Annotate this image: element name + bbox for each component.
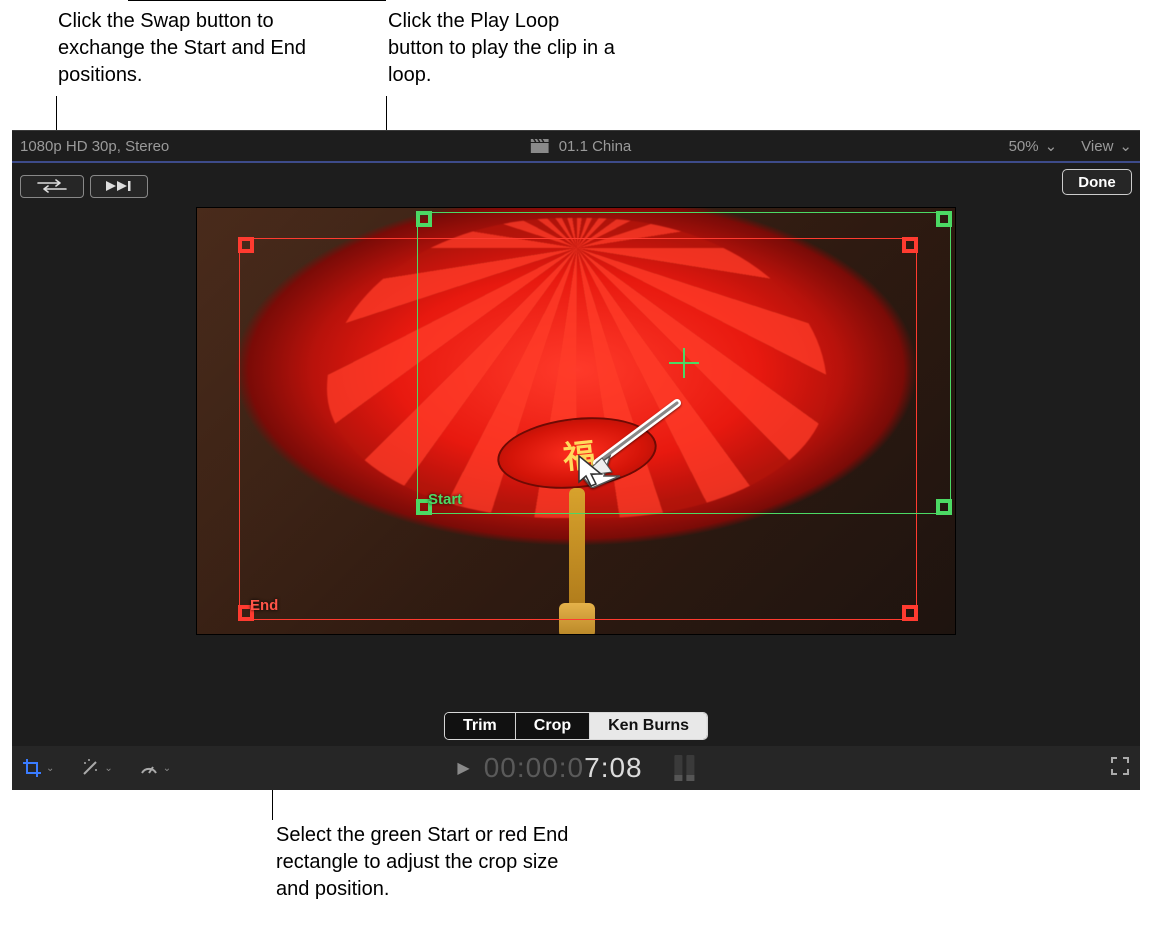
end-rect-handle[interactable] bbox=[902, 605, 918, 621]
view-dropdown[interactable]: View ⌄ bbox=[1081, 137, 1132, 155]
chevron-down-icon: ⌄ bbox=[104, 763, 112, 774]
transport-bar: ⌄ ⌄ ⌄ ▶ 00:00:07:08 bbox=[12, 746, 1140, 790]
clapperboard-icon bbox=[531, 139, 549, 153]
cursor-icon bbox=[577, 454, 603, 488]
start-rect-handle[interactable] bbox=[416, 211, 432, 227]
done-button[interactable]: Done bbox=[1062, 169, 1132, 195]
fullscreen-button[interactable] bbox=[1110, 756, 1130, 781]
viewer-stage: 福 End Start bbox=[12, 207, 1140, 716]
callout-loop: Click the Play Loop button to play the c… bbox=[388, 8, 618, 89]
timecode-bright: 7:08 bbox=[584, 752, 643, 783]
crop-icon bbox=[22, 758, 42, 778]
magic-wand-icon bbox=[80, 758, 100, 778]
clip-format-label: 1080p HD 30p, Stereo bbox=[20, 138, 169, 155]
play-loop-button[interactable] bbox=[90, 175, 148, 198]
chevron-down-icon: ⌄ bbox=[46, 763, 54, 774]
end-rect-handle[interactable] bbox=[238, 605, 254, 621]
swap-icon bbox=[32, 179, 72, 193]
start-rect-handle[interactable] bbox=[936, 499, 952, 515]
viewer-panel: 1080p HD 30p, Stereo 01.1 China 50% ⌄ Vi… bbox=[12, 130, 1140, 790]
start-rect-center-icon bbox=[669, 348, 699, 378]
viewer-info-bar: 1080p HD 30p, Stereo 01.1 China 50% ⌄ Vi… bbox=[12, 131, 1140, 163]
swap-button[interactable] bbox=[20, 175, 84, 198]
callout-rects: Select the green Start or red End rectan… bbox=[276, 822, 576, 903]
end-rect-label: End bbox=[246, 596, 282, 615]
timecode-dim: 00:00:0 bbox=[484, 752, 584, 783]
start-rect-label: Start bbox=[424, 490, 466, 509]
viewer-toolbar: Done bbox=[12, 163, 1140, 203]
mode-crop-button[interactable]: Crop bbox=[516, 713, 590, 739]
clip-name-label: 01.1 China bbox=[559, 138, 632, 155]
clip-preview[interactable]: 福 End Start bbox=[196, 207, 956, 635]
mode-trim-button[interactable]: Trim bbox=[445, 713, 516, 739]
timecode-display: ▶ 00:00:07:08 bbox=[457, 752, 694, 784]
callout-line bbox=[128, 0, 386, 1]
speedometer-icon bbox=[139, 758, 159, 778]
play-icon[interactable]: ▶ bbox=[457, 758, 469, 778]
start-rect-handle[interactable] bbox=[936, 211, 952, 227]
crop-mode-segment: Trim Crop Ken Burns bbox=[444, 712, 708, 740]
audio-meter bbox=[675, 755, 695, 781]
play-loop-icon bbox=[102, 179, 136, 193]
chevron-down-icon: ⌄ bbox=[1119, 137, 1132, 155]
chevron-down-icon: ⌄ bbox=[163, 763, 171, 774]
chevron-down-icon: ⌄ bbox=[1045, 137, 1058, 155]
crop-tool-dropdown[interactable]: ⌄ bbox=[22, 758, 54, 778]
callout-swap: Click the Swap button to exchange the St… bbox=[58, 8, 348, 89]
zoom-dropdown[interactable]: 50% ⌄ bbox=[1009, 137, 1058, 155]
fullscreen-icon bbox=[1110, 756, 1130, 776]
mode-kenburns-button[interactable]: Ken Burns bbox=[590, 713, 707, 739]
enhance-tool-dropdown[interactable]: ⌄ bbox=[80, 758, 112, 778]
retime-tool-dropdown[interactable]: ⌄ bbox=[139, 758, 171, 778]
end-rect-handle[interactable] bbox=[238, 237, 254, 253]
